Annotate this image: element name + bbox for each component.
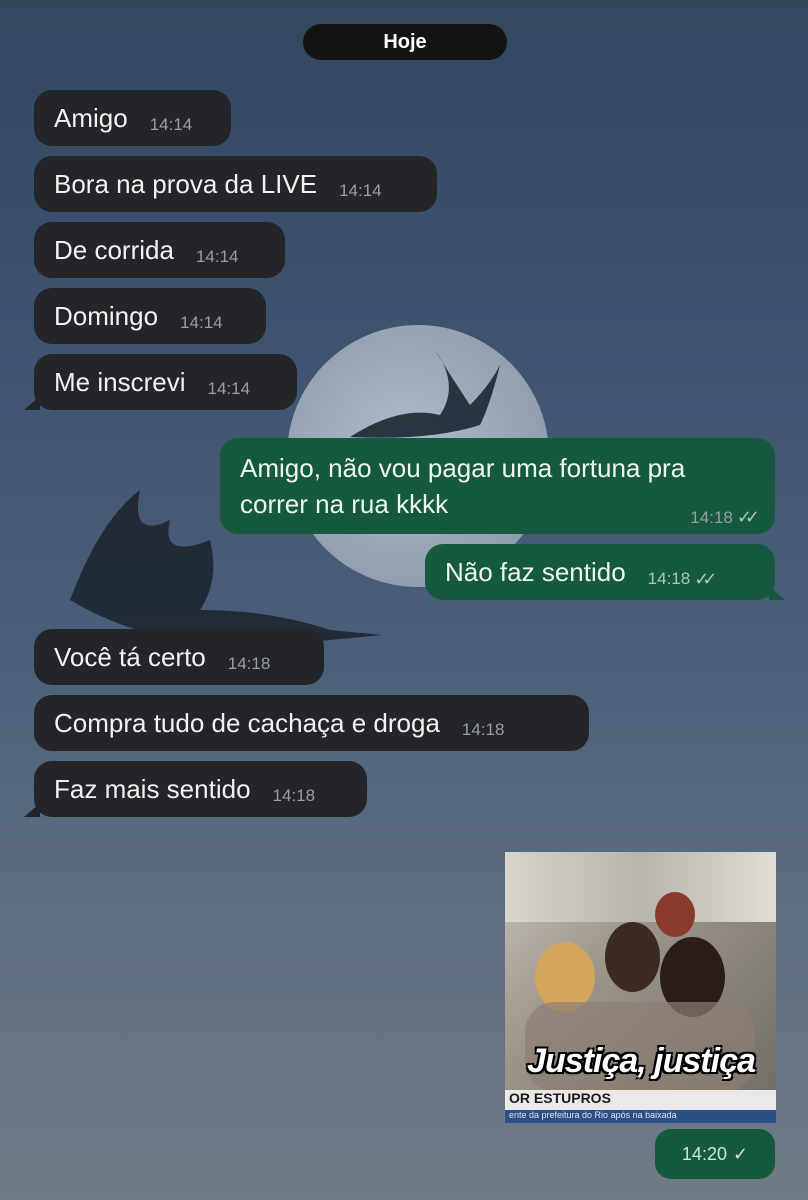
- message-text: Não faz sentido: [445, 556, 626, 587]
- message-time: 14:14: [339, 181, 382, 200]
- double-check-icon: ✓✓: [736, 507, 760, 527]
- message-incoming[interactable]: Me inscrevi 14:14: [24, 354, 297, 410]
- media-person: [605, 922, 660, 992]
- message-time: 14:18: [461, 720, 505, 739]
- news-ticker: ente da prefeitura do Rio após na baixad…: [505, 1110, 776, 1123]
- double-check-icon: ✓✓: [694, 568, 717, 589]
- media-background: [505, 852, 776, 922]
- single-check-icon: ✓: [732, 1143, 749, 1164]
- message-incoming[interactable]: Amigo 14:14: [34, 90, 231, 146]
- date-label: Hoje: [383, 30, 427, 53]
- message-text: Compra tudo de cachaça e droga: [54, 707, 440, 738]
- media-time-pill: 14:20 ✓: [655, 1129, 775, 1179]
- message-incoming[interactable]: Compra tudo de cachaça e droga 14:18: [34, 695, 589, 751]
- message-text: Bora na prova da LIVE: [54, 168, 318, 199]
- media-caption: Justiça, justiça: [527, 1042, 756, 1080]
- message-time: 14:18: [272, 786, 316, 805]
- message-text: Você tá certo: [54, 641, 206, 672]
- bubble-tail: [24, 803, 40, 817]
- message-outgoing[interactable]: Amigo, não vou pagar uma fortuna pra cor…: [220, 438, 775, 534]
- date-separator: Hoje: [303, 24, 507, 60]
- message-time: 14:18: [647, 569, 691, 588]
- message-text: Faz mais sentido: [54, 773, 251, 804]
- message-text: Me inscrevi: [54, 366, 186, 397]
- message-time: 14:18: [227, 654, 271, 673]
- news-strip: OR ESTUPROS: [505, 1090, 776, 1110]
- message-time: 14:14: [149, 115, 193, 134]
- message-meta: 14:18 ✓✓: [690, 507, 760, 528]
- message-incoming[interactable]: De corrida 14:14: [34, 222, 285, 278]
- bubble-tail: [769, 586, 785, 600]
- message-text: Domingo: [54, 300, 159, 331]
- message-incoming[interactable]: Faz mais sentido 14:18: [24, 761, 367, 817]
- message-text: De corrida: [54, 234, 174, 265]
- message-time: 14:14: [207, 379, 251, 398]
- message-outgoing[interactable]: Não faz sentido 14:18 ✓✓: [425, 544, 785, 600]
- message-time: 14:18: [690, 507, 733, 527]
- message-text-line: Amigo, não vou pagar uma fortuna pra: [240, 453, 686, 483]
- bubble-tail: [24, 396, 40, 410]
- message-incoming[interactable]: Você tá certo 14:18: [34, 629, 324, 685]
- message-time: 14:14: [180, 313, 223, 332]
- media-person: [655, 892, 695, 937]
- message-text-line: correr na rua kkkk: [240, 489, 449, 519]
- message-text: Amigo: [54, 102, 128, 133]
- wallpaper-bird-upper: [350, 350, 500, 438]
- media-video-thumbnail[interactable]: Justiça, justiça OR ESTUPROS ente da pre…: [505, 852, 776, 1123]
- message-time: 14:14: [195, 247, 239, 266]
- message-incoming[interactable]: Bora na prova da LIVE 14:14: [34, 156, 437, 212]
- message-incoming[interactable]: Domingo 14:14: [34, 288, 266, 344]
- message-time: 14:20: [681, 1143, 727, 1164]
